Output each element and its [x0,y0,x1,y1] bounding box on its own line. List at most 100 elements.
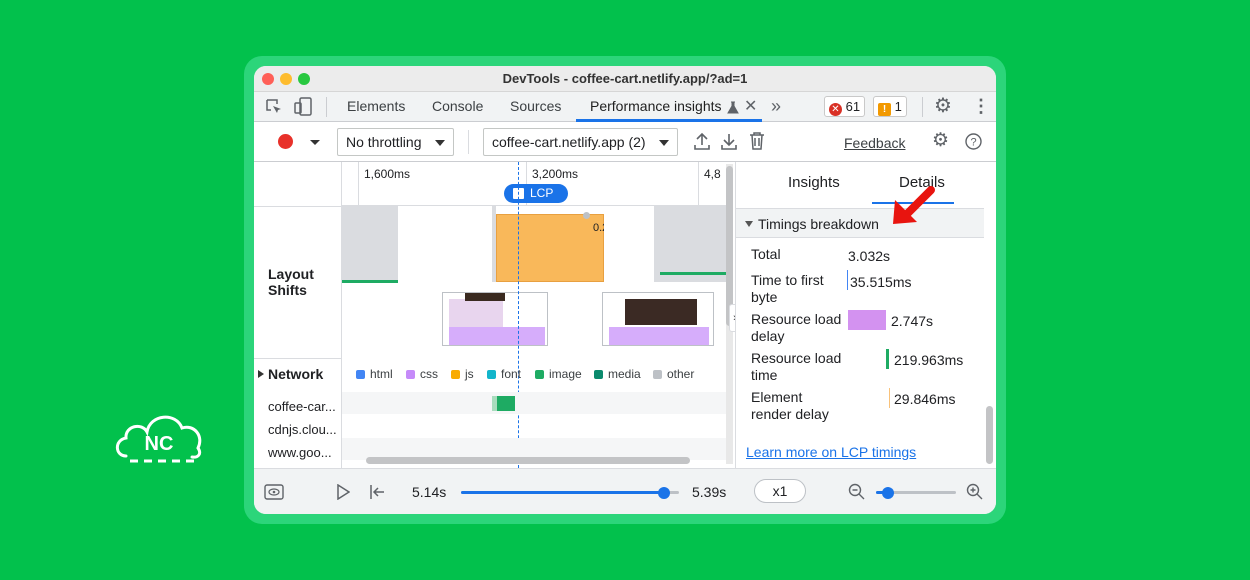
play-icon[interactable] [336,484,350,500]
feedback-link[interactable]: Feedback [844,135,905,151]
download-icon[interactable] [720,132,738,151]
error-icon: ✕ [829,103,842,116]
timeline-pane: Layout Shifts Network coffee-car... cdnj… [254,162,734,468]
throttling-select[interactable]: No throttling [337,128,454,156]
playback-start-time: 5.14s [412,484,447,500]
nc-cloud-logo: NC [115,415,202,463]
ruler-tick [698,162,699,206]
thumbnail-block [609,327,709,345]
tab-elements[interactable]: Elements [347,98,405,114]
inspect-element-icon[interactable] [266,99,282,115]
screenshot-toggle-icon[interactable] [264,484,284,500]
layout-shifts-track-label: Layout Shifts [268,266,314,298]
thumbnail-block [625,299,697,325]
network-request-label[interactable]: www.goo... [268,445,332,460]
divider [468,130,469,154]
legend-swatch [487,370,496,379]
timing-bar-ttfb [847,270,848,290]
record-button[interactable] [278,134,293,149]
legend-media: media [594,367,641,381]
chevron-down-icon [435,140,445,146]
learn-more-lcp-link[interactable]: Learn more on LCP timings [746,444,916,460]
legend-js: js [451,367,474,381]
legend-label: other [667,367,695,381]
details-scrollbar[interactable] [986,406,993,464]
legend-html: html [356,367,393,381]
timings-breakdown-header[interactable]: Timings breakdown [736,208,984,238]
warning-count-badge[interactable]: ! 1 [873,96,907,117]
shift-region [654,206,726,282]
devtools-tab-bar: Elements Console Sources Performance ins… [254,92,996,122]
timing-label-total: Total [751,246,781,262]
network-track-label[interactable]: Network [268,366,323,382]
flask-icon [727,101,739,114]
tab-insights[interactable]: Insights [788,174,840,191]
ruler-tick-label: 4,8 [704,167,721,181]
collapse-triangle-icon [745,221,753,227]
legend-swatch [535,370,544,379]
legend-label: html [370,367,393,381]
network-request-label[interactable]: cdnjs.clou... [268,422,337,437]
vertical-scrollbar[interactable] [726,166,733,326]
lcp-dashed-line [518,162,519,468]
legend-css: css [406,367,438,381]
layout-shift-cluster[interactable] [496,214,604,282]
recording-value: coffee-cart.netlify.app (2) [492,134,646,150]
screenshot-thumbnail[interactable] [442,292,548,346]
zoom-out-icon[interactable] [848,483,865,500]
playback-end-time: 5.39s [692,484,727,500]
shift-baseline [660,272,726,275]
tab-console[interactable]: Console [432,98,483,114]
error-count-badge[interactable]: ✕ 61 [824,96,866,117]
playback-bar: 5.14s 5.39s x1 [254,468,996,514]
screenshot-thumbnail[interactable] [602,292,714,346]
network-request-bar[interactable] [497,396,515,411]
timing-label-load-time: Resource load time [751,350,842,383]
warning-count: 1 [894,99,902,114]
zoom-slider-handle[interactable] [882,487,894,499]
divider [254,358,342,359]
legend-swatch [356,370,365,379]
playback-speed-button[interactable]: x1 [754,479,806,503]
zoom-in-icon[interactable] [966,483,983,500]
network-request-label[interactable]: coffee-car... [268,399,336,414]
trash-icon[interactable] [749,131,765,151]
details-pane: Insights Details Timings breakdown Total… [735,162,996,468]
recording-select[interactable]: coffee-cart.netlify.app (2) [483,128,678,156]
divider [326,97,327,117]
more-tabs-icon[interactable]: » [771,97,781,115]
horizontal-scrollbar[interactable] [366,457,690,464]
expand-triangle-icon[interactable] [258,370,264,378]
timing-value-render-delay: 29.846ms [894,391,956,407]
title-bar: DevTools - coffee-cart.netlify.app/?ad=1 [254,66,996,92]
kebab-menu-icon[interactable]: ⋮ [972,97,990,115]
timing-bar-render-delay [889,388,890,408]
shift-baseline [342,280,398,283]
ruler-tick [358,162,359,206]
playback-scrubber-fill [461,491,664,494]
red-arrow-annotation-icon [893,186,935,224]
device-toolbar-icon[interactable] [294,97,312,116]
shift-region [342,206,398,282]
divider [922,97,923,117]
skip-to-start-icon[interactable] [369,484,385,500]
legend-label: media [608,367,641,381]
playback-scrubber-handle[interactable] [657,487,670,499]
tab-sources[interactable]: Sources [510,98,561,114]
warning-icon: ! [878,103,891,116]
upload-icon[interactable] [693,132,711,151]
timing-label-render-delay: Element render delay [751,389,829,422]
capture-settings-gear-icon[interactable]: ⚙ [932,131,949,150]
close-icon[interactable]: ✕ [744,99,757,115]
timing-value-total: 3.032s [848,248,891,264]
record-options-caret-icon[interactable] [310,140,320,145]
settings-gear-icon[interactable]: ⚙ [934,96,952,116]
throttling-value: No throttling [346,134,422,150]
ruler-tick-label: 3,200ms [532,167,579,181]
help-icon[interactable]: ? [965,133,982,150]
window-title: DevTools - coffee-cart.netlify.app/?ad=1 [502,71,748,86]
timing-label-load-delay: Resource load delay [751,311,842,344]
lcp-marker-badge[interactable]: LCP [504,184,568,203]
thumbnail-block [465,293,505,301]
tab-performance-insights[interactable]: Performance insights [590,98,722,114]
